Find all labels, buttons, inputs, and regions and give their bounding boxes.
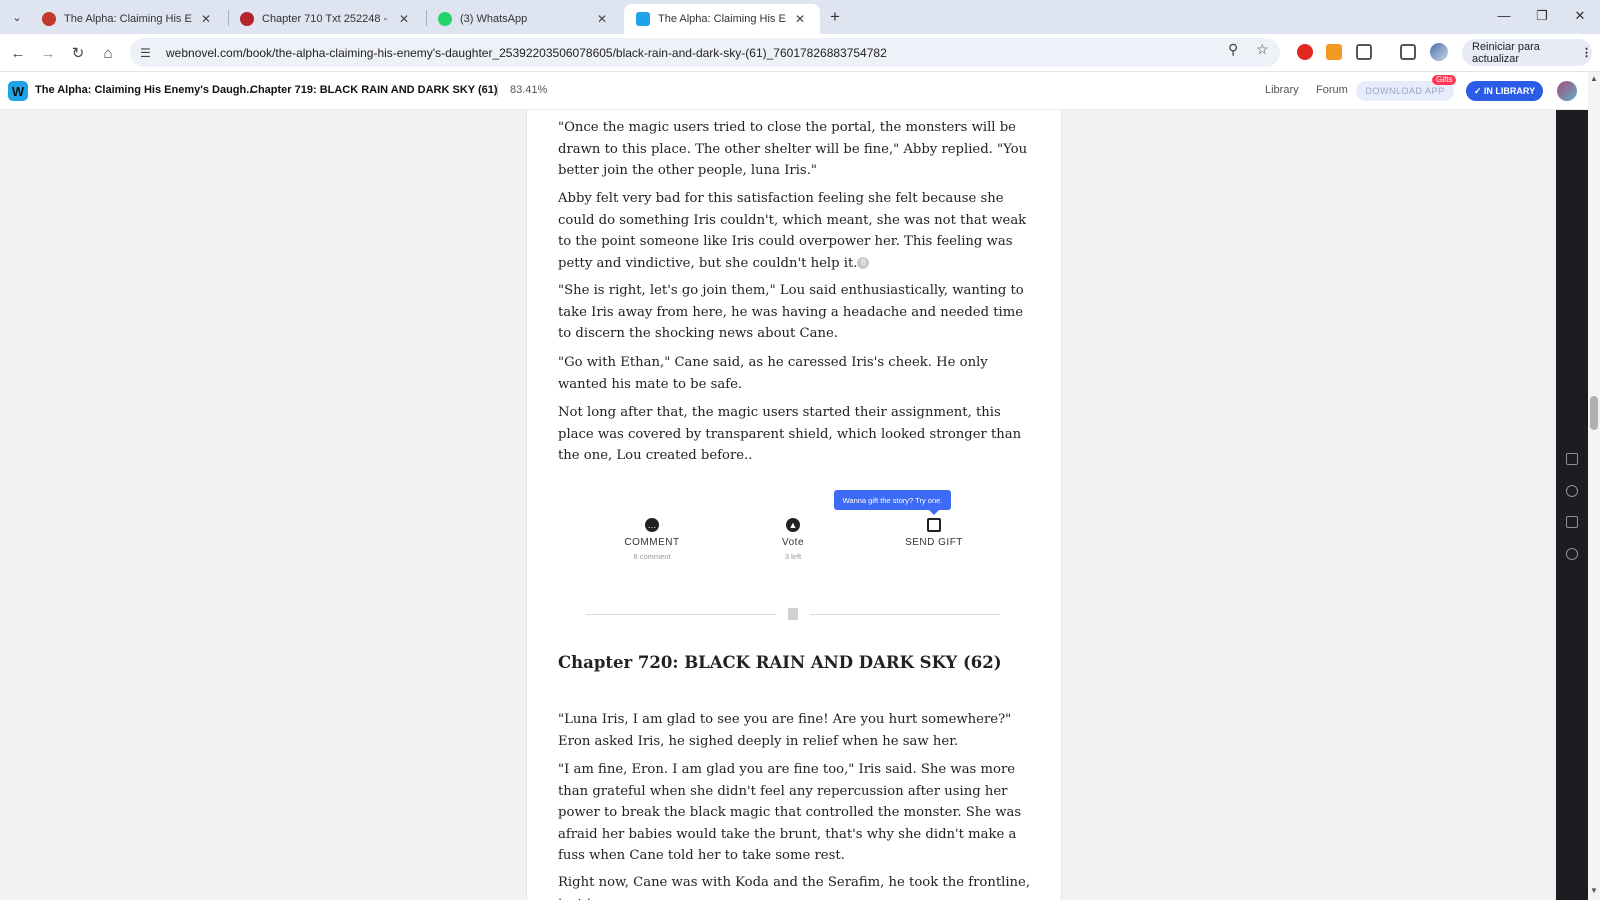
vote-label: Vote [781,537,805,548]
scroll-up-icon[interactable]: ▲ [1590,74,1598,83]
whatsapp-favicon-icon [438,12,452,26]
minimize-icon[interactable]: — [1494,8,1514,23]
profile-avatar[interactable] [1430,43,1448,61]
zoom-icon[interactable]: ⚲ [1228,41,1238,58]
user-avatar[interactable] [1557,81,1577,101]
site-info-icon[interactable]: ☰ [140,46,158,60]
webnovel-favicon-icon [636,12,650,26]
book-divider-icon [788,608,798,620]
send-gift-label: SEND GIFT [905,537,963,548]
chapter-divider [810,614,1000,615]
url-text[interactable]: webnovel.com/book/the-alpha-claiming-his… [166,46,887,60]
browser-tab-active[interactable]: The Alpha: Claiming His Enemy ✕ [624,4,820,34]
puzzle-extensions-icon[interactable] [1356,44,1372,60]
gift-icon [927,518,941,532]
tab-title: (3) WhatsApp [460,13,528,25]
browser-tab[interactable]: Chapter 710 Txt 252248 - PDF V ✕ [228,4,424,34]
paragraph: "She is right, let's go join them," Lou … [558,283,1024,342]
browser-tab[interactable]: The Alpha: Claiming His Enemy ✕ [30,4,226,34]
scroll-down-icon[interactable]: ▼ [1590,886,1598,895]
back-arrow-icon[interactable]: ← [8,43,28,63]
side-panel-icon[interactable] [1400,44,1416,60]
reading-progress: 83.41% [510,84,548,96]
chapter-heading: Chapter 720: BLACK RAIN AND DARK SKY (62… [558,653,1002,672]
tab-close-icon[interactable]: ✕ [594,12,610,26]
update-label: Reiniciar para actualizar [1472,40,1540,65]
more-menu-icon[interactable]: ⋮ [1581,46,1592,59]
book-title[interactable]: The Alpha: Claiming His Enemy's Daugh... [35,84,255,96]
webnovel-logo[interactable]: W [8,81,28,101]
star-icon[interactable]: ☆ [1256,41,1269,58]
paragraph: Right now, Cane was with Koda and the Se… [558,875,1031,900]
tab-close-icon[interactable]: ✕ [396,12,412,26]
tab-title: The Alpha: Claiming His Enemy [658,13,786,25]
opera-extension-icon[interactable] [1297,44,1313,60]
reader-tool-rail [1556,110,1588,900]
paragraph: "Luna Iris, I am glad to see you are fin… [558,712,1012,749]
gifts-badge: Gifts [1432,75,1457,85]
paragraph: "Go with Ethan," Cane said, as he caress… [558,355,988,392]
paragraph-comment-badge[interactable]: 6 [857,257,870,270]
vote-action[interactable]: ▲ Vote 3 left [748,518,838,561]
library-add-icon[interactable] [1566,516,1578,528]
forward-arrow-icon[interactable]: → [38,43,58,63]
paragraph: "Once the magic users tried to close the… [558,120,1028,179]
browser-tab[interactable]: (3) WhatsApp ✕ [426,4,622,34]
comment-icon: … [645,518,659,532]
paragraph-text: Abby felt very bad for this satisfaction… [558,191,1027,271]
window-close-icon[interactable]: ✕ [1570,8,1590,24]
help-icon[interactable] [1566,548,1578,560]
extension-icon[interactable] [1326,44,1342,60]
power-stone-icon: ▲ [786,518,800,532]
chapter-divider [586,614,776,615]
tab-close-icon[interactable]: ✕ [792,12,808,26]
home-icon[interactable]: ⌂ [98,43,118,63]
header-divider [497,83,498,97]
new-tab-icon[interactable]: + [830,7,840,27]
vote-remaining: 3 left [784,552,802,561]
chapter-content: "Once the magic users tried to close the… [526,110,1062,900]
webnovel-favicon-icon [42,12,56,26]
scroll-thumb[interactable] [1590,396,1598,430]
paragraph: Not long after that, the magic users sta… [558,405,1022,464]
table-of-contents-icon[interactable] [1566,453,1578,465]
settings-icon[interactable] [1566,485,1578,497]
gift-tooltip[interactable]: Wanna gift the story? Try one. [834,490,951,515]
chapter-title: Chapter 719: BLACK RAIN AND DARK SKY (61… [250,84,498,96]
site-header: W The Alpha: Claiming His Enemy's Daugh.… [0,72,1588,110]
in-library-button[interactable]: ✓ IN LIBRARY [1466,81,1543,101]
address-bar[interactable]: ☰ webnovel.com/book/the-alpha-claiming-h… [130,38,1280,67]
tab-title: The Alpha: Claiming His Enemy [64,13,192,25]
tab-strip: ⌄ The Alpha: Claiming His Enemy ✕ Chapte… [0,0,1600,34]
paragraph: Abby felt very bad for this satisfaction… [558,188,1034,274]
send-gift-action[interactable]: SEND GIFT [889,518,979,548]
browser-toolbar: ← → ↻ ⌂ ☰ webnovel.com/book/the-alpha-cl… [0,34,1600,72]
page-scrollbar[interactable]: ▲ ▼ [1588,72,1600,900]
library-link[interactable]: Library [1265,84,1299,96]
tab-close-icon[interactable]: ✕ [198,12,214,26]
comment-action[interactable]: … COMMENT 8 comment [607,518,697,561]
paragraph: "I am fine, Eron. I am glad you are fine… [558,762,1022,864]
comment-label: COMMENT [624,537,680,548]
reload-icon[interactable]: ↻ [68,43,88,63]
tab-title: Chapter 710 Txt 252248 - PDF V [262,13,390,25]
restore-icon[interactable]: ❐ [1532,8,1552,24]
tab-search-chevron-icon[interactable]: ⌄ [8,8,26,26]
forum-link[interactable]: Forum [1316,84,1348,96]
pdf-favicon-icon [240,12,254,26]
update-button[interactable]: Reiniciar para actualizar ⋮ [1462,39,1592,66]
comment-count: 8 comment [633,552,671,561]
